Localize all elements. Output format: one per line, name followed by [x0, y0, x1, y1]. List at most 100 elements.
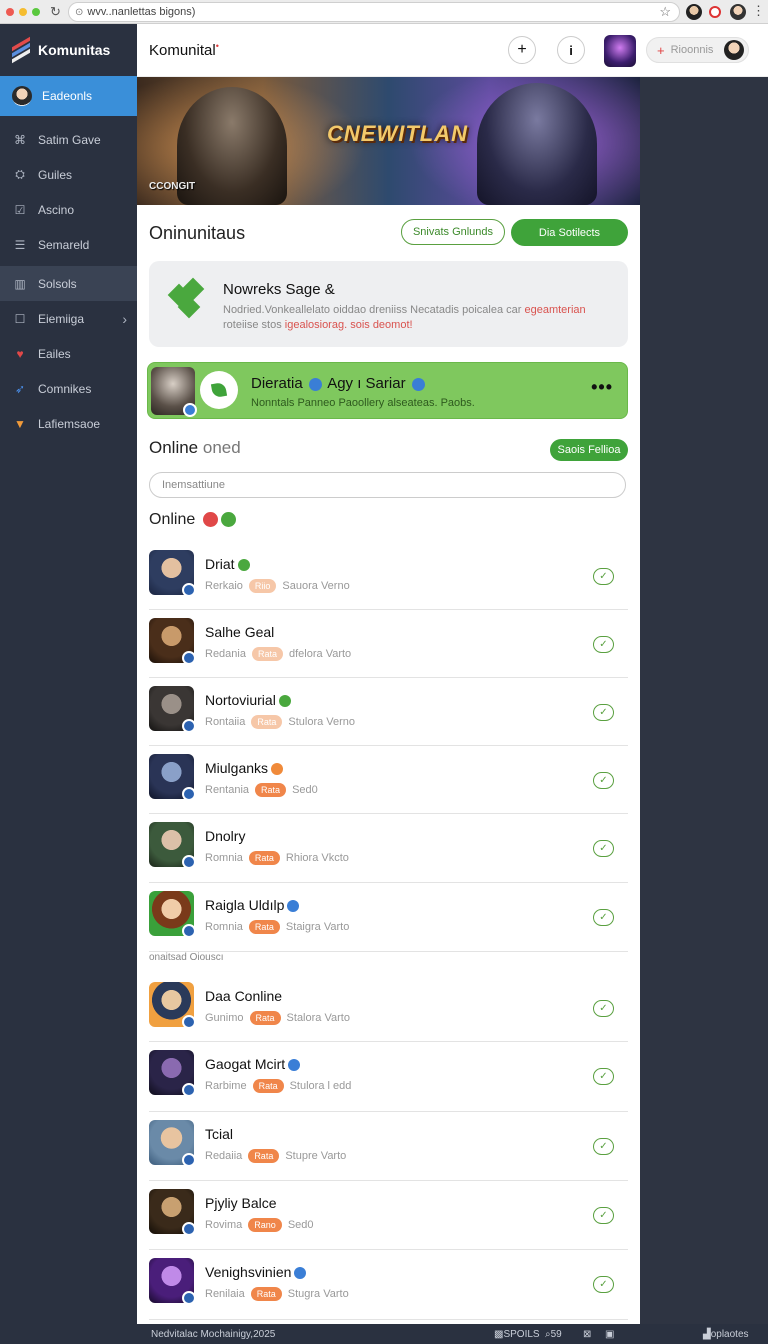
accept-check-icon[interactable]: ✓ — [593, 909, 614, 926]
accept-check-icon[interactable]: ✓ — [593, 1000, 614, 1017]
rocket-icon: ➶ — [14, 381, 26, 396]
member-meta: Romnia Rata Rhiora Vkcto — [205, 851, 349, 865]
user-menu[interactable]: + Rioonnis — [646, 37, 749, 63]
member-avatar — [149, 891, 196, 938]
browser-menu-icon[interactable]: ⋮ — [752, 3, 765, 19]
status-right[interactable]: ▟ oplaotes — [703, 1329, 749, 1340]
member-row[interactable]: Gaogat Mcirt Rarbime Rata Stulora l edd ✓ — [149, 1042, 628, 1112]
accept-check-icon[interactable]: ✓ — [593, 1138, 614, 1155]
member-avatar — [149, 822, 196, 869]
member-row[interactable]: Daa Conline Gunimo Rata Stalora Varto ✓ — [149, 974, 628, 1042]
sidebar-item-0[interactable]: ⌘ Satim Gave — [0, 122, 137, 157]
member-avatar — [149, 686, 196, 733]
member-avatar — [149, 618, 196, 665]
online-title: Online oned — [149, 438, 241, 457]
maximize-window-button[interactable] — [32, 7, 40, 16]
user-avatar — [724, 40, 744, 60]
url-text: wvv..nanlettas bigons) — [87, 6, 196, 18]
minimize-window-button[interactable] — [19, 7, 27, 16]
platform-badge-icon — [182, 1222, 196, 1236]
extension-profile-icon[interactable] — [730, 4, 746, 20]
community-secondary-button[interactable]: Snivats Gnlunds — [401, 219, 505, 245]
member-avatar — [149, 982, 196, 1029]
sidebar-item-7[interactable]: ➶ Comnikes — [0, 371, 137, 406]
info-card-title: Nowreks Sage & — [223, 281, 335, 298]
sidebar-item-4[interactable]: ▥ Solsols — [0, 266, 137, 301]
bookmark-star-icon[interactable]: ☆ — [659, 4, 671, 20]
brand[interactable]: Komunitas — [0, 24, 137, 76]
featured-card[interactable]: Dieratia Agy ı Sariar Nonntals Panneo Pa… — [147, 362, 628, 419]
member-row[interactable]: Driat Rerkaio Riio Sauora Verno ✓ — [149, 542, 628, 610]
community-primary-button[interactable]: Dia Sotilects — [511, 219, 628, 246]
sidebar-item-8[interactable]: ▼ Lafiemsaoe — [0, 406, 137, 441]
chevron-right-icon: › — [122, 310, 127, 327]
address-bar[interactable]: ⊙ wvv..nanlettas bigons) ☆ — [68, 2, 680, 22]
reload-icon[interactable]: ↻ — [50, 4, 68, 20]
sidebar-item-6[interactable]: ♥ Eailes — [0, 336, 137, 371]
platform-badge-icon — [182, 1083, 196, 1097]
armored-figure — [477, 83, 597, 205]
accept-check-icon[interactable]: ✓ — [593, 1276, 614, 1293]
status-bar: Nedvitalac Mochainigy,2025 ▩ SPOILS ⌕ 59… — [137, 1324, 768, 1344]
member-meta: Rerkaio Riio Sauora Verno — [205, 579, 350, 593]
game-avatar-icon[interactable] — [604, 35, 636, 67]
info-button[interactable]: i — [557, 36, 585, 64]
close-window-button[interactable] — [6, 7, 14, 16]
member-row[interactable]: Salhe Geal Redania Rata dfelora Varto ✓ — [149, 610, 628, 678]
status-badge: Rata — [248, 851, 280, 865]
sidebar-item-label: Comnikes — [38, 381, 92, 396]
extension-avatar-icon[interactable] — [686, 4, 702, 20]
status-badge: Rata — [249, 1011, 281, 1025]
verified-icon — [308, 377, 322, 391]
more-options-icon[interactable]: ••• — [591, 377, 613, 398]
gamepad-icon: ⌘ — [14, 132, 26, 147]
status-spoils[interactable]: ▩ SPOILS — [494, 1329, 540, 1340]
member-meta: Renilaia Rata Stugra Varto — [205, 1287, 349, 1301]
status-badge: Rata — [248, 920, 280, 934]
online-action-button[interactable]: Saois Fellioa — [550, 439, 628, 461]
hero-banner: CNEWITLAN CCONGIT — [137, 77, 640, 205]
platform-badge-icon — [182, 1153, 196, 1167]
sidebar-item-2[interactable]: ☑ Ascino — [0, 192, 137, 227]
accept-check-icon[interactable]: ✓ — [593, 636, 614, 653]
bookmark-icon: ☑ — [14, 202, 26, 217]
sidebar-item-label: Semareld — [38, 237, 90, 252]
online-list-title: Online — [149, 511, 236, 529]
member-row[interactable]: Miulganks Rentania Rata Sed0 ✓ — [149, 746, 628, 814]
sidebar-item-3[interactable]: ☰ Semareld — [0, 227, 137, 262]
member-row[interactable]: Nortoviurial Rontaiia Rata Stulora Verno ✓ — [149, 678, 628, 746]
member-row[interactable]: Tcial Redaiia Rata Stupre Varto ✓ — [149, 1112, 628, 1181]
accept-check-icon[interactable]: ✓ — [593, 840, 614, 857]
window-icon[interactable]: ▣ — [605, 1329, 614, 1340]
member-name: Driat — [205, 556, 250, 572]
add-button[interactable]: + — [508, 36, 536, 64]
platform-badge-icon — [182, 1291, 196, 1305]
status-badge: Rata — [252, 1079, 284, 1093]
search-input[interactable]: Inemsattiune — [149, 472, 626, 498]
member-avatar — [149, 1258, 196, 1305]
accept-check-icon[interactable]: ✓ — [593, 704, 614, 721]
member-name: Dnolry — [205, 828, 246, 844]
list-icon: ☰ — [14, 237, 26, 252]
member-row[interactable]: Pjyliy Balce Rovima Rano Sed0 ✓ — [149, 1181, 628, 1250]
member-row[interactable]: Raigla Uldılp Romnia Rata Staigra Varto ✓ — [149, 883, 628, 952]
status-badge: Rata — [250, 1287, 282, 1301]
platform-badge-icon — [182, 651, 196, 665]
heart-icon: ♥ — [16, 346, 24, 361]
member-row[interactable]: Venighsvinien Renilaia Rata Stugra Varto ✓ — [149, 1250, 628, 1320]
accept-check-icon[interactable]: ✓ — [593, 772, 614, 789]
member-avatar — [149, 1050, 196, 1097]
brand-name: Komunitas — [38, 42, 111, 58]
leaf-small-icon — [220, 512, 236, 528]
extension-record-icon[interactable] — [709, 6, 721, 18]
sidebar-item-active[interactable]: Eadeonls — [0, 76, 137, 116]
member-row[interactable]: Dnolry Romnia Rata Rhiora Vkcto ✓ — [149, 814, 628, 883]
member-name: Miulganks — [205, 760, 284, 776]
sidebar-item-1[interactable]: ⛭ Guiles — [0, 157, 137, 192]
close-icon[interactable]: ⊠ — [583, 1329, 591, 1340]
accept-check-icon[interactable]: ✓ — [593, 1068, 614, 1085]
accept-check-icon[interactable]: ✓ — [593, 568, 614, 585]
accept-check-icon[interactable]: ✓ — [593, 1207, 614, 1224]
info-card: Nowreks Sage & Nodried.Vonkeallelato oid… — [149, 261, 628, 347]
sidebar-item-5[interactable]: ☐ Eiemiiga › — [0, 301, 137, 336]
